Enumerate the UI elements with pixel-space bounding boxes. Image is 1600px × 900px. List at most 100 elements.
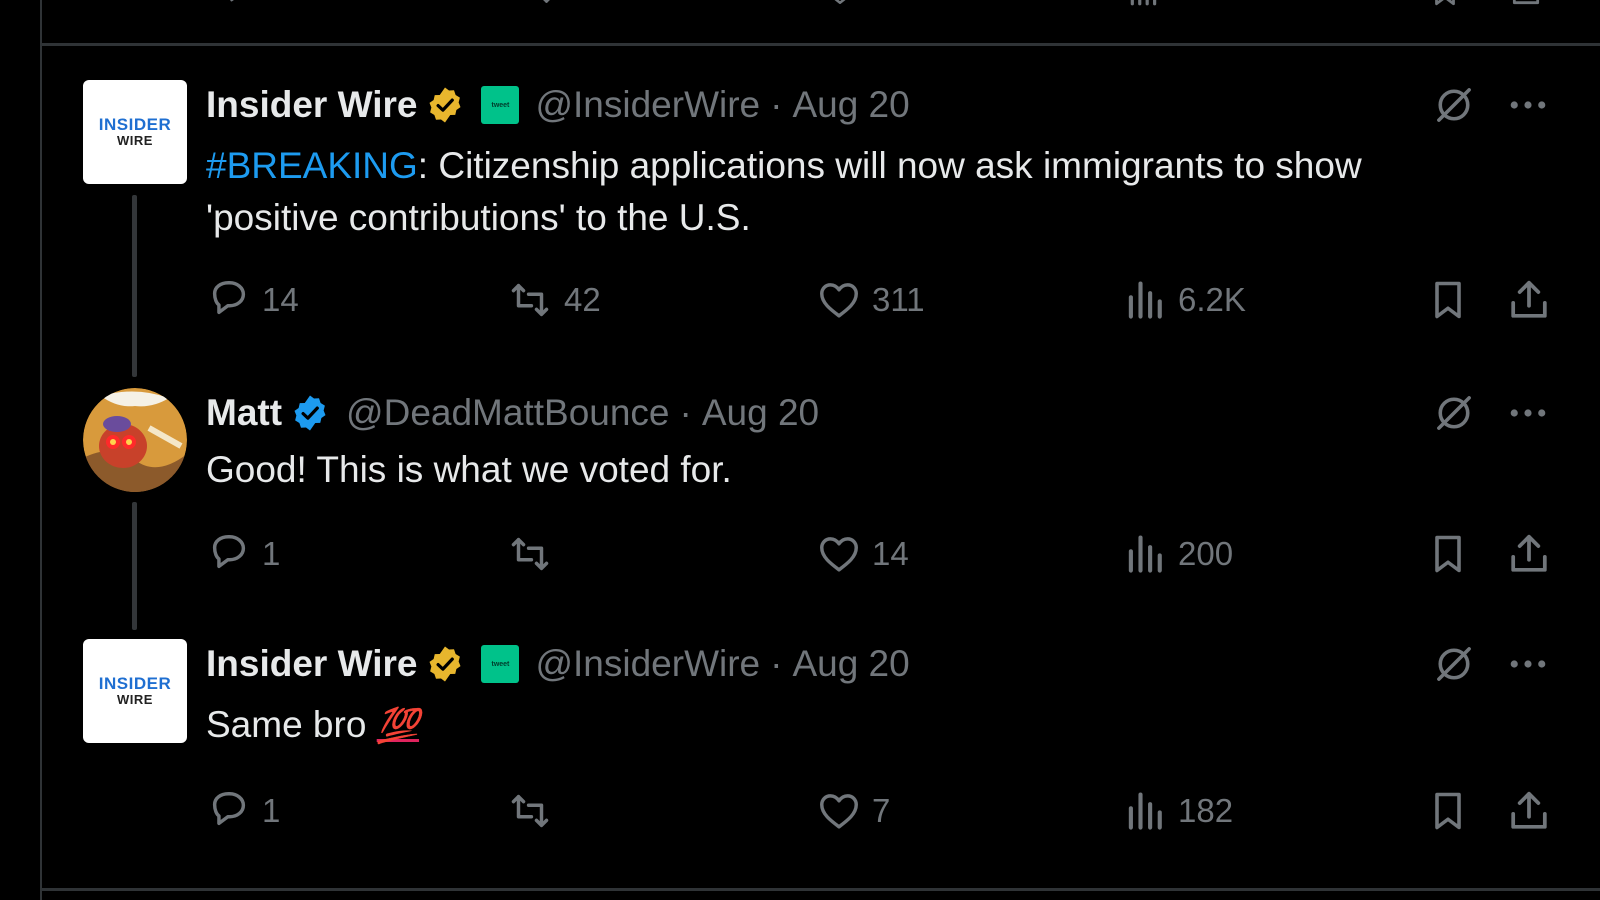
avatar[interactable]: INSIDER WIRE	[83, 80, 187, 184]
author-handle[interactable]: @DeadMattBounce	[346, 392, 669, 434]
reply-icon	[206, 531, 252, 577]
share-icon	[1506, 788, 1552, 834]
more-icon[interactable]	[1506, 388, 1550, 438]
previous-tweet-actions-fragment	[42, 0, 1600, 30]
views-count: 182	[1178, 792, 1234, 829]
avatar-logo-text: WIRE	[117, 692, 153, 707]
affiliate-badge-icon[interactable]: tweet	[481, 645, 520, 683]
tweet-actions: 1 14 200	[206, 526, 1600, 582]
tweet-text: Good! This is what we voted for.	[206, 444, 1486, 496]
author-name[interactable]: Insider Wire	[206, 643, 417, 685]
views-count: 200	[1178, 535, 1234, 572]
views-count: 6.2K	[1178, 281, 1246, 318]
reply-icon	[206, 788, 252, 834]
share-icon	[1508, 0, 1548, 8]
views-button[interactable]: 200	[1124, 526, 1233, 582]
like-button[interactable]: 14	[816, 526, 909, 582]
grok-icon[interactable]	[1432, 639, 1476, 689]
views-button[interactable]: 6.2K	[1124, 272, 1246, 328]
views-icon	[1126, 0, 1166, 8]
avatar-logo-text: INSIDER	[98, 115, 172, 134]
reply-count: 1	[262, 535, 281, 572]
views-icon	[1124, 789, 1168, 833]
bookmark-icon	[1426, 788, 1470, 834]
repost-icon	[518, 0, 558, 8]
views-icon	[1124, 278, 1168, 322]
grok-icon[interactable]	[1432, 80, 1476, 130]
repost-button[interactable]	[506, 783, 564, 839]
like-icon	[816, 277, 862, 323]
share-button[interactable]	[1506, 272, 1552, 328]
tweet-text: Same bro 💯	[206, 699, 1486, 752]
views-button[interactable]: 182	[1124, 783, 1233, 839]
share-icon	[1506, 277, 1552, 323]
tweet-header: Matt @DeadMattBounce · Aug 20	[206, 388, 819, 438]
avatar-logo-text: INSIDER	[98, 674, 172, 693]
repost-icon	[506, 277, 554, 323]
author-handle[interactable]: @InsiderWire	[535, 643, 760, 685]
like-count: 14	[872, 535, 909, 572]
avatar-logo-text: WIRE	[117, 133, 153, 148]
repost-icon	[506, 788, 554, 834]
reply-button[interactable]: 1	[206, 783, 280, 839]
bookmark-icon	[1426, 531, 1470, 577]
tweet-body: Good! This is what we voted for.	[206, 449, 732, 490]
tweet-text: #BREAKING: Citizenship applications will…	[206, 140, 1486, 244]
like-button[interactable]: 311	[816, 272, 925, 328]
grok-icon[interactable]	[1432, 388, 1476, 438]
tweet-date[interactable]: Aug 20	[702, 392, 819, 434]
hashtag-link[interactable]: #BREAKING	[206, 145, 418, 186]
bookmark-icon	[1426, 277, 1470, 323]
separator: ·	[770, 84, 783, 125]
reply-count: 1	[262, 792, 281, 829]
thread-connector	[132, 502, 137, 630]
tweet-actions: 14 42 311 6.2K	[206, 272, 1600, 328]
like-button[interactable]: 7	[816, 783, 890, 839]
author-name[interactable]: Insider Wire	[206, 84, 417, 126]
thread-connector	[132, 195, 137, 377]
tweet-date[interactable]: Aug 20	[792, 84, 909, 126]
author-handle[interactable]: @InsiderWire	[535, 84, 760, 126]
divider	[42, 888, 1600, 891]
share-button[interactable]	[1506, 783, 1552, 839]
verified-badge-icon[interactable]	[425, 644, 465, 684]
reply-icon	[222, 0, 262, 8]
verified-badge-icon[interactable]	[425, 85, 465, 125]
repost-icon	[506, 531, 554, 577]
bookmark-button[interactable]	[1426, 526, 1470, 582]
reply-button[interactable]: 1	[206, 526, 280, 582]
reply-count: 14	[262, 281, 299, 318]
tweet-date[interactable]: Aug 20	[792, 643, 909, 685]
more-icon[interactable]	[1506, 80, 1550, 130]
verified-badge-icon[interactable]	[290, 393, 330, 433]
timeline-left-border	[40, 0, 42, 900]
share-icon	[1506, 531, 1552, 577]
bookmark-button[interactable]	[1426, 783, 1470, 839]
like-icon	[816, 531, 862, 577]
views-icon	[1124, 532, 1168, 576]
affiliate-badge-icon[interactable]: tweet	[481, 86, 520, 124]
tweet-header: Insider Wire tweet @InsiderWire · Aug 20	[206, 639, 910, 689]
avatar[interactable]: INSIDER WIRE	[83, 639, 187, 743]
tweet-actions: 1 7 182	[206, 783, 1600, 839]
separator: ·	[770, 643, 783, 684]
bookmark-button[interactable]	[1426, 272, 1470, 328]
reply-button[interactable]: 14	[206, 272, 299, 328]
bookmark-icon	[1428, 0, 1468, 8]
more-icon[interactable]	[1506, 639, 1550, 689]
tweet-body: Same bro	[206, 704, 377, 745]
author-name[interactable]: Matt	[206, 392, 282, 434]
repost-button[interactable]: 42	[506, 272, 601, 328]
repost-button[interactable]	[506, 526, 564, 582]
like-icon	[822, 0, 862, 8]
share-button[interactable]	[1506, 526, 1552, 582]
separator: ·	[679, 392, 692, 433]
hundred-points-emoji: 💯	[376, 707, 420, 745]
like-icon	[816, 788, 862, 834]
like-count: 311	[872, 281, 925, 318]
like-count: 7	[872, 792, 891, 829]
reply-icon	[206, 277, 252, 323]
repost-count: 42	[564, 281, 601, 318]
divider	[42, 43, 1600, 46]
avatar[interactable]	[83, 388, 187, 492]
